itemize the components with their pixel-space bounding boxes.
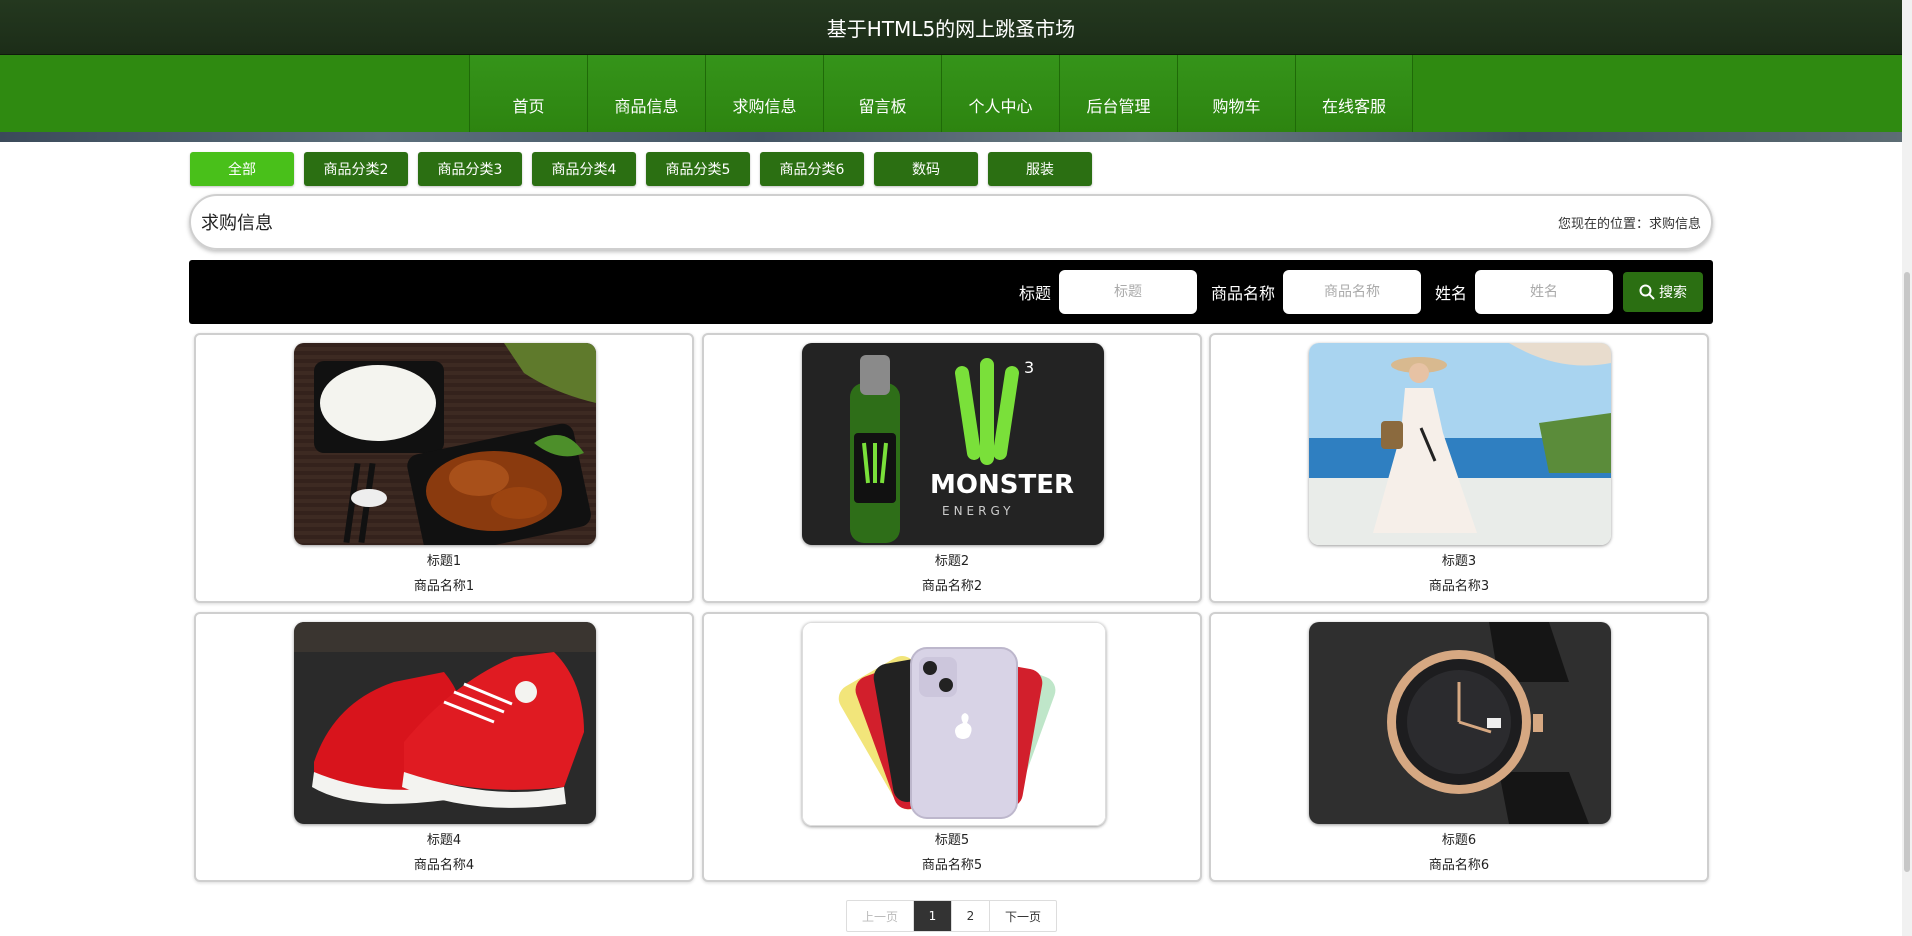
product-card[interactable]: 3 MONSTER ENERGY 标题2 商品名称2 xyxy=(702,333,1202,603)
product-card[interactable]: 标题3 商品名称3 xyxy=(1209,333,1709,603)
monster-logo-text: MONSTER xyxy=(930,470,1074,500)
name-label: 姓名 xyxy=(1434,284,1467,303)
card-product-name: 商品名称4 xyxy=(413,858,475,873)
category-4[interactable]: 商品分类4 xyxy=(532,152,636,186)
location-bar: 求购信息 您现在的位置：求购信息 xyxy=(189,194,1713,250)
card-title: 标题3 xyxy=(1441,554,1477,569)
product-card[interactable]: 标题1 商品名称1 xyxy=(194,333,694,603)
page-1-button[interactable]: 1 xyxy=(914,901,952,931)
red-sneakers-image xyxy=(294,622,596,824)
card-title: 标题4 xyxy=(426,833,462,848)
category-clothing[interactable]: 服装 xyxy=(988,152,1092,186)
title-search-input[interactable] xyxy=(1058,270,1197,314)
page-2-button[interactable]: 2 xyxy=(952,901,990,931)
category-5[interactable]: 商品分类5 xyxy=(646,152,750,186)
product-name-label: 商品名称 xyxy=(1210,284,1275,303)
search-button-label: 搜索 xyxy=(1659,285,1687,301)
name-search-input[interactable] xyxy=(1475,270,1613,314)
banner-strip xyxy=(0,132,1902,142)
scrollbar[interactable] xyxy=(1902,0,1912,936)
wristwatch-image xyxy=(1309,622,1611,824)
card-product-name: 商品名称5 xyxy=(921,858,983,873)
main-nav: 首页 商品信息 求购信息 留言板 个人中心 后台管理 购物车 在线客服 xyxy=(0,55,1902,132)
category-filter: 全部 商品分类2 商品分类3 商品分类4 商品分类5 商品分类6 数码 服装 xyxy=(190,152,1092,186)
card-product-name: 商品名称2 xyxy=(921,579,983,594)
category-2[interactable]: 商品分类2 xyxy=(304,152,408,186)
title-label: 标题 xyxy=(1018,284,1051,303)
product-card[interactable]: 标题6 商品名称6 xyxy=(1209,612,1709,882)
nav-message-board[interactable]: 留言板 xyxy=(823,55,941,132)
product-card[interactable]: 标题4 商品名称4 xyxy=(194,612,694,882)
white-dress-image xyxy=(1309,343,1611,545)
nav-customer-service[interactable]: 在线客服 xyxy=(1295,55,1413,132)
breadcrumb: 您现在的位置：求购信息 xyxy=(1557,216,1701,232)
site-title: 基于HTML5的网上跳蚤市场 xyxy=(826,16,1076,41)
phone-colors-image xyxy=(802,622,1106,826)
category-6[interactable]: 商品分类6 xyxy=(760,152,864,186)
card-product-name: 商品名称6 xyxy=(1428,858,1490,873)
nav-admin[interactable]: 后台管理 xyxy=(1059,55,1177,132)
nav-personal-center[interactable]: 个人中心 xyxy=(941,55,1059,132)
category-3[interactable]: 商品分类3 xyxy=(418,152,522,186)
nav-products[interactable]: 商品信息 xyxy=(587,55,705,132)
nav-wanted[interactable]: 求购信息 xyxy=(705,55,823,132)
search-button[interactable]: 搜索 xyxy=(1623,272,1703,312)
category-all[interactable]: 全部 xyxy=(190,152,294,186)
search-icon xyxy=(1639,284,1655,300)
site-header: 基于HTML5的网上跳蚤市场 xyxy=(0,0,1902,55)
nav-home[interactable]: 首页 xyxy=(469,55,587,132)
card-title: 标题6 xyxy=(1441,833,1477,848)
product-card[interactable]: 标题5 商品名称5 xyxy=(702,612,1202,882)
page-title: 求购信息 xyxy=(201,213,273,234)
nav-cart[interactable]: 购物车 xyxy=(1177,55,1295,132)
card-product-name: 商品名称1 xyxy=(413,579,475,594)
card-title: 标题2 xyxy=(934,554,970,569)
food-bento-image xyxy=(294,343,596,545)
pagination: 上一页 1 2 下一页 xyxy=(846,900,1057,932)
svg-text:3: 3 xyxy=(1024,358,1034,377)
category-digital[interactable]: 数码 xyxy=(874,152,978,186)
card-product-name: 商品名称3 xyxy=(1428,579,1490,594)
search-bar: 标题 商品名称 姓名 搜索 xyxy=(189,260,1713,324)
product-name-search-input[interactable] xyxy=(1282,270,1421,314)
next-page-button[interactable]: 下一页 xyxy=(990,901,1056,931)
monster-energy-image: 3 MONSTER ENERGY xyxy=(802,343,1104,545)
prev-page-button[interactable]: 上一页 xyxy=(847,901,914,931)
card-title: 标题5 xyxy=(934,833,970,848)
card-title: 标题1 xyxy=(426,554,462,569)
scrollbar-thumb[interactable] xyxy=(1904,272,1910,872)
monster-logo-subtext: ENERGY xyxy=(942,504,1015,518)
